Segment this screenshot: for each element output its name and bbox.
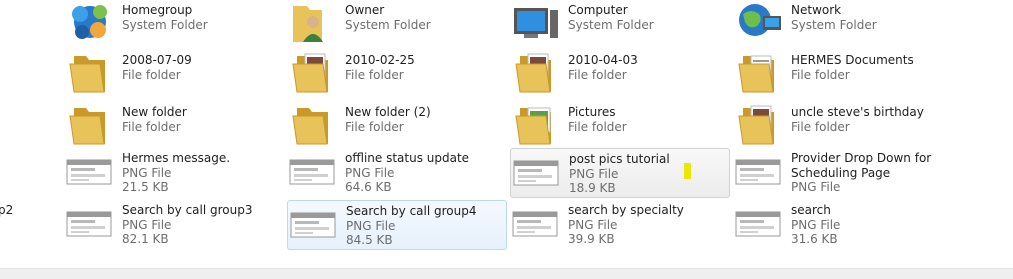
file-size: 84.5 KB — [346, 233, 393, 247]
file-type: File folder — [791, 67, 850, 82]
file-type: File folder — [122, 119, 181, 134]
pictures-folder-icon — [510, 102, 562, 148]
file-size: 21.5 KB — [122, 180, 169, 194]
file-type: PNG File — [122, 217, 172, 232]
file-item-homegroup[interactable]: Homegroup System Folder — [64, 0, 284, 50]
file-type: File folder — [122, 67, 181, 82]
file-name: offline status update — [345, 151, 470, 165]
png-thumbnail-icon — [64, 200, 116, 246]
photo-folder-icon — [510, 50, 562, 96]
file-type: File folder — [791, 119, 850, 134]
file-item-2010-02-25[interactable]: 2010-02-25 File folder — [287, 50, 507, 100]
file-item-search[interactable]: search PNG File 31.6 KB — [733, 200, 953, 250]
png-thumbnail-icon — [511, 149, 563, 195]
file-type: System Folder — [122, 17, 208, 32]
file-name: 2008-07-09 — [122, 53, 192, 67]
file-item-hermes-message[interactable]: Hermes message. PNG File 21.5 KB — [64, 148, 284, 198]
file-name: New folder — [122, 105, 187, 119]
folder-icon — [64, 50, 116, 96]
file-item-search-by-specialty[interactable]: search by specialty PNG File 39.9 KB — [510, 200, 730, 250]
file-name: Owner — [345, 3, 385, 17]
file-size: 82.1 KB — [122, 232, 169, 246]
png-thumbnail-icon — [64, 148, 116, 194]
network-icon — [733, 0, 785, 46]
file-item-provider-drop-down-for-scheduling-page[interactable]: Provider Drop Down for Scheduling Page PN… — [733, 148, 953, 198]
file-item-post-pics-tutorial[interactable]: post pics tutorial PNG File 18.9 KB — [510, 148, 730, 198]
file-size: 18.9 KB — [569, 181, 616, 195]
file-type: File folder — [345, 119, 404, 134]
file-item-offline-status-update[interactable]: offline status update PNG File 64.6 KB — [287, 148, 507, 198]
png-thumbnail-icon — [733, 200, 785, 246]
file-name: uncle steve's birthday — [791, 105, 924, 119]
png-thumbnail-icon — [288, 201, 340, 247]
png-thumbnail-icon — [510, 200, 562, 246]
file-item-uncle-steve-s-birthday[interactable]: uncle steve's birthday File folder — [733, 102, 953, 152]
file-size: 64.6 KB — [345, 180, 392, 194]
status-bar — [0, 268, 1013, 279]
file-size: 39.9 KB — [568, 232, 615, 246]
folder-icon — [287, 102, 339, 148]
file-type: System Folder — [791, 17, 877, 32]
folder-icon — [64, 102, 116, 148]
file-item-2008-07-09[interactable]: 2008-07-09 File folder — [64, 50, 284, 100]
file-name: search — [791, 203, 831, 217]
file-name: post pics tutorial — [569, 152, 670, 166]
homegroup-icon — [64, 0, 116, 46]
png-thumbnail-icon — [287, 148, 339, 194]
file-item-search-by-call-group3[interactable]: Search by call group3 PNG File 82.1 KB — [64, 200, 284, 250]
photo-folder-icon — [287, 50, 339, 96]
user-folder-icon — [287, 0, 339, 46]
file-size: 31.6 KB — [791, 232, 838, 246]
file-name: 2010-04-03 — [568, 53, 638, 67]
file-name: Provider Drop Down for Scheduling Page — [791, 151, 932, 180]
file-type: PNG File — [122, 165, 172, 180]
file-type: PNG File — [791, 180, 841, 194]
file-type: PNG File — [568, 217, 618, 232]
file-name: HERMES Documents — [791, 53, 914, 67]
file-type: File folder — [568, 119, 627, 134]
file-name: Search by call group4 — [346, 204, 477, 218]
photo-folder-icon — [733, 102, 785, 148]
file-item-hermes-documents[interactable]: HERMES Documents File folder — [733, 50, 953, 100]
file-item-2010-04-03[interactable]: 2010-04-03 File folder — [510, 50, 730, 100]
file-name: Search by call group3 — [122, 203, 253, 217]
partial-item-label[interactable]: p2 — [0, 203, 13, 217]
file-type: System Folder — [345, 17, 431, 32]
file-item-search-by-call-group4[interactable]: Search by call group4 PNG File 84.5 KB — [287, 200, 507, 250]
file-name: 2010-02-25 — [345, 53, 415, 67]
file-type: PNG File — [791, 217, 841, 232]
file-name: Pictures — [568, 105, 616, 119]
file-item-new-folder-2[interactable]: New folder (2) File folder — [287, 102, 507, 152]
file-type: PNG File — [345, 165, 395, 180]
file-item-owner[interactable]: Owner System Folder — [287, 0, 507, 50]
file-name: Homegroup — [122, 3, 193, 17]
file-item-network[interactable]: Network System Folder — [733, 0, 953, 50]
file-item-pictures[interactable]: Pictures File folder — [510, 102, 730, 152]
file-type: PNG File — [569, 166, 619, 181]
file-name: Computer — [568, 3, 628, 17]
computer-icon — [510, 0, 562, 46]
file-type: System Folder — [568, 17, 654, 32]
file-type: File folder — [568, 67, 627, 82]
file-name: search by specialty — [568, 203, 684, 217]
document-folder-icon — [733, 50, 785, 96]
file-name: Hermes message. — [122, 151, 231, 165]
png-thumbnail-icon — [733, 148, 785, 194]
file-name: Network — [791, 3, 842, 17]
file-item-new-folder[interactable]: New folder File folder — [64, 102, 284, 152]
highlight-marker — [684, 163, 691, 179]
file-type: PNG File — [346, 218, 396, 233]
file-item-computer[interactable]: Computer System Folder — [510, 0, 730, 50]
file-name: New folder (2) — [345, 105, 431, 119]
file-type: File folder — [345, 67, 404, 82]
